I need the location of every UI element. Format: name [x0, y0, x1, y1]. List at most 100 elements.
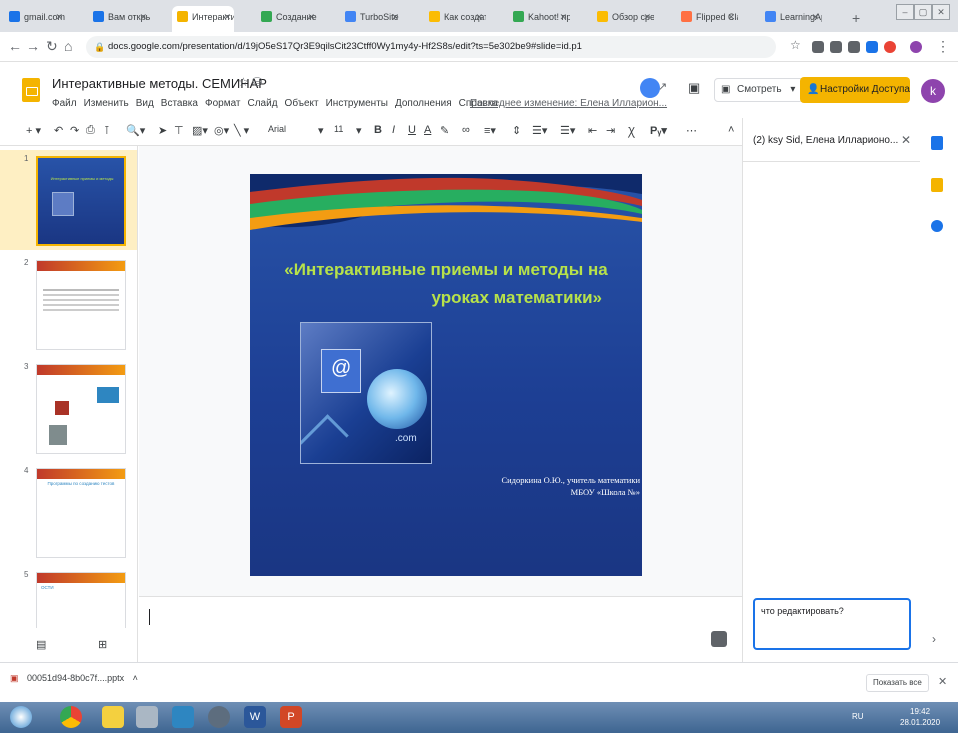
- app-icon[interactable]: [208, 706, 230, 728]
- list-view-icon[interactable]: ▤: [36, 638, 46, 651]
- browser-tab[interactable]: Flipped Class✕: [676, 6, 738, 32]
- system-clock[interactable]: 19:42 28.01.2020: [900, 706, 940, 728]
- calendar-icon[interactable]: [931, 136, 943, 150]
- google-slides-logo-icon[interactable]: [22, 78, 40, 102]
- filmstrip-slide[interactable]: 1 Интерактивные приемы и методы: [0, 150, 137, 250]
- explorer-icon[interactable]: [102, 706, 124, 728]
- new-slide-icon[interactable]: + ▾: [26, 124, 41, 137]
- highlight-icon[interactable]: ✎: [440, 124, 449, 137]
- shape-icon[interactable]: ◎▾: [214, 124, 229, 137]
- app-icon[interactable]: [136, 706, 158, 728]
- avatar[interactable]: k: [921, 79, 945, 103]
- start-button-icon[interactable]: [10, 706, 32, 728]
- menu-item[interactable]: Дополнения: [395, 98, 452, 109]
- browser-tab[interactable]: LearningApp✕: [760, 6, 822, 32]
- font-size-field[interactable]: 11: [334, 124, 343, 134]
- maximize-button[interactable]: ▢: [914, 4, 932, 20]
- slide-author[interactable]: Сидоркина О.Ю., учитель математики МБОУ …: [450, 474, 640, 498]
- minimize-button[interactable]: –: [896, 4, 914, 20]
- line-spacing-icon[interactable]: ⇕: [512, 124, 521, 137]
- new-tab-button[interactable]: +: [852, 10, 860, 26]
- redo-icon[interactable]: ↷: [70, 124, 79, 137]
- back-arrow-icon[interactable]: ←: [8, 38, 22, 54]
- comments-icon[interactable]: ▣: [688, 80, 700, 96]
- word-icon[interactable]: W: [244, 706, 266, 728]
- decrease-indent-icon[interactable]: ⇤: [588, 124, 597, 137]
- home-icon[interactable]: ⌂: [64, 38, 72, 54]
- browser-tab[interactable]: Kahoot! прои✕: [508, 6, 570, 32]
- print-icon[interactable]: ⎙: [86, 124, 95, 137]
- close-icon[interactable]: ✕: [938, 675, 947, 688]
- keep-icon[interactable]: [931, 178, 943, 192]
- paint-format-icon[interactable]: ⊺: [104, 124, 110, 137]
- browser-tab[interactable]: Создание те✕: [256, 6, 318, 32]
- menu-item[interactable]: Изменить: [84, 98, 129, 109]
- bulleted-list-icon[interactable]: ☰▾: [560, 124, 575, 137]
- present-button[interactable]: ▣ Смотреть ▾: [714, 78, 805, 102]
- activity-icon[interactable]: ↗: [658, 80, 667, 93]
- speaker-notes[interactable]: [139, 596, 742, 662]
- tab-close-icon[interactable]: ✕: [391, 6, 399, 28]
- menu-item[interactable]: Объект: [285, 98, 319, 109]
- increase-indent-icon[interactable]: ⇥: [606, 124, 615, 137]
- extension-icon[interactable]: [848, 41, 860, 53]
- star-icon[interactable]: ☆ ⛁: [238, 75, 262, 89]
- chevron-up-icon[interactable]: ˄: [133, 673, 138, 683]
- input-tools-icon[interactable]: Pᵧ▾: [650, 124, 667, 137]
- share-button[interactable]: 👤 Настройки Доступа: [800, 77, 910, 103]
- tab-close-icon[interactable]: ✕: [307, 6, 315, 28]
- italic-button[interactable]: I: [392, 124, 395, 136]
- document-title[interactable]: Интерактивные методы. СЕМИНАР: [52, 76, 267, 91]
- browser-tab[interactable]: TurboSite ✕: [340, 6, 402, 32]
- chat-input[interactable]: что редактировать?: [753, 598, 911, 650]
- menu-item[interactable]: Формат: [205, 98, 241, 109]
- extension-icon[interactable]: [866, 41, 878, 53]
- more-menu-icon[interactable]: ⋮: [936, 38, 950, 55]
- tab-close-icon[interactable]: ✕: [727, 6, 735, 28]
- slide-title[interactable]: «Интерактивные приемы и методы на уроках…: [270, 256, 622, 312]
- chrome-icon[interactable]: [60, 706, 82, 728]
- tab-close-icon[interactable]: ✕: [475, 6, 483, 28]
- filmstrip-slide[interactable]: 4 Программы по созданию тестов: [0, 462, 137, 562]
- reload-icon[interactable]: ↻: [46, 38, 58, 55]
- bold-button[interactable]: B: [374, 124, 382, 136]
- slide-image[interactable]: @ .com: [300, 322, 432, 464]
- browser-tab[interactable]: Вам открыт д✕: [88, 6, 150, 32]
- browser-tab[interactable]: Как создать✕: [424, 6, 486, 32]
- font-select[interactable]: Arial: [268, 124, 286, 134]
- chevron-down-icon[interactable]: ▾: [318, 124, 324, 137]
- menu-item[interactable]: Инструменты: [326, 98, 388, 109]
- select-icon[interactable]: ➤: [158, 124, 167, 137]
- link-icon[interactable]: ∞: [462, 124, 470, 136]
- collaborator-avatar[interactable]: [640, 78, 660, 98]
- address-bar[interactable]: 🔒 docs.google.com/presentation/d/19jO5eS…: [86, 36, 776, 58]
- grid-view-icon[interactable]: ⊞: [98, 638, 107, 651]
- undo-icon[interactable]: ↶: [54, 124, 63, 137]
- tab-close-icon[interactable]: ✕: [55, 6, 63, 28]
- close-icon[interactable]: ✕: [901, 133, 911, 147]
- menu-item[interactable]: Слайд: [248, 98, 278, 109]
- browser-tab[interactable]: Обзор средс✕: [592, 6, 654, 32]
- tab-close-icon[interactable]: ✕: [643, 6, 651, 28]
- app-icon[interactable]: [172, 706, 194, 728]
- tab-close-icon[interactable]: ✕: [811, 6, 819, 28]
- extension-icon[interactable]: [812, 41, 824, 53]
- chevron-right-icon[interactable]: ›: [932, 632, 936, 646]
- image-icon[interactable]: ▨▾: [192, 124, 208, 137]
- tab-close-icon[interactable]: ✕: [559, 6, 567, 28]
- browser-tab[interactable]: gmail.com ✕: [4, 6, 66, 32]
- close-window-button[interactable]: ✕: [932, 4, 950, 20]
- tab-close-icon[interactable]: ✕: [139, 6, 147, 28]
- forward-arrow-icon[interactable]: →: [26, 38, 40, 54]
- browser-tab[interactable]: Интерактив✕: [172, 6, 234, 32]
- chevron-down-icon[interactable]: ▾: [790, 84, 795, 95]
- last-edit-link[interactable]: Последнее изменение: Елена Илларион...: [470, 98, 667, 109]
- download-item[interactable]: ▣ 00051d94-8b0c7f....pptx ˄: [10, 673, 138, 684]
- profile-icon[interactable]: [910, 41, 922, 53]
- extension-icon[interactable]: [884, 41, 896, 53]
- language-indicator[interactable]: RU: [852, 712, 864, 721]
- menu-item[interactable]: Вставка: [161, 98, 198, 109]
- clear-format-icon[interactable]: Ꭓ: [628, 124, 635, 139]
- menu-item[interactable]: Вид: [136, 98, 154, 109]
- show-all-button[interactable]: Показать все: [866, 674, 929, 692]
